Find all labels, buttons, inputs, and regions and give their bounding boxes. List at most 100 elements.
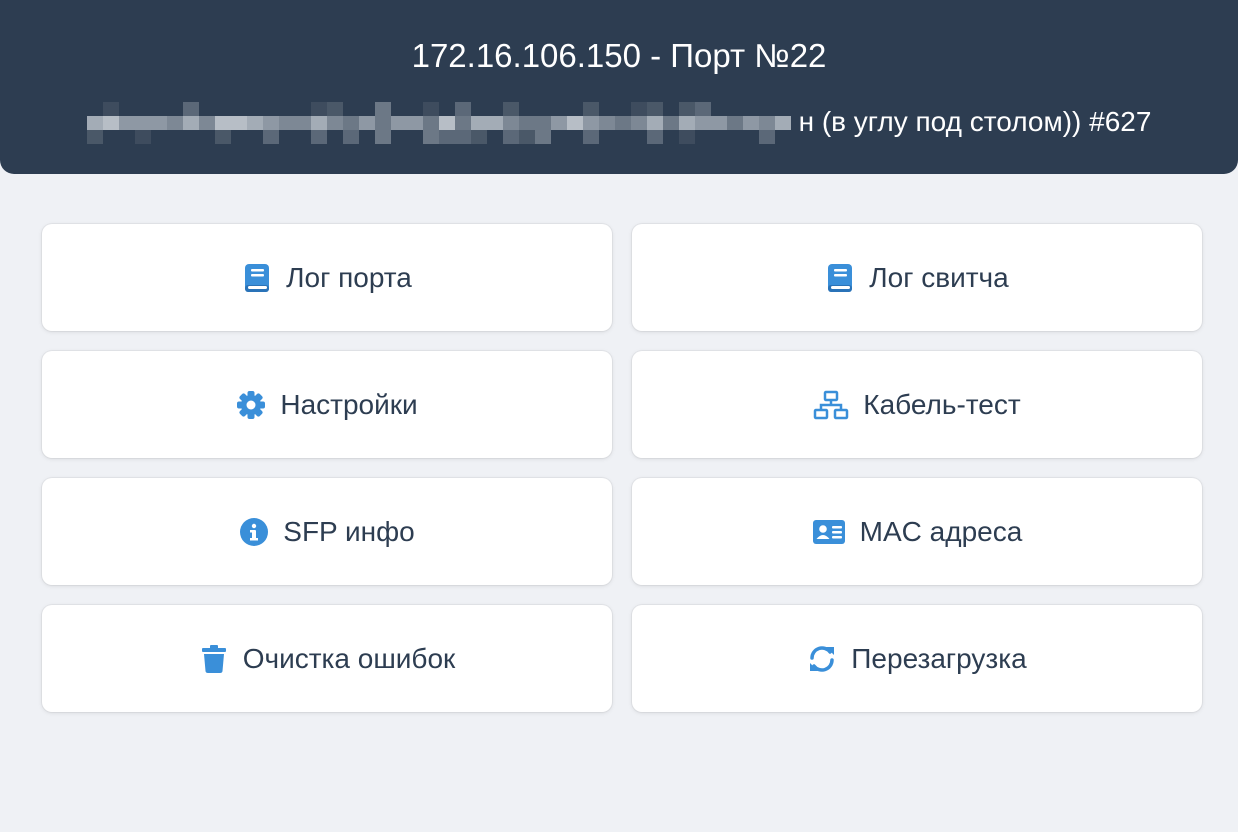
sfp-info-label: SFP инфо <box>283 515 415 547</box>
redacted-pixel <box>422 102 439 116</box>
redacted-pixel <box>214 116 231 130</box>
redacted-pixel <box>310 102 327 116</box>
reboot-label: Перезагрузка <box>851 642 1027 674</box>
redacted-pixel <box>630 102 647 116</box>
redacted-pixel <box>534 116 551 130</box>
redacted-pixel <box>630 116 647 130</box>
redacted-pixel <box>694 116 711 130</box>
redacted-text <box>86 100 793 144</box>
redacted-pixel <box>486 116 503 130</box>
redacted-pixel <box>662 116 679 130</box>
cable-test-button[interactable]: Кабель-тест <box>632 351 1202 458</box>
redacted-pixel <box>518 130 535 144</box>
redacted-pixel <box>534 130 551 144</box>
redacted-pixel <box>102 102 119 116</box>
redacted-pixel <box>582 102 599 116</box>
redacted-pixel <box>502 102 519 116</box>
redacted-pixel <box>150 116 167 130</box>
redacted-pixel <box>374 116 391 130</box>
port-description: н (в углу под столом)) #627 <box>0 100 1238 144</box>
redacted-pixel <box>502 130 519 144</box>
book-icon <box>825 263 855 293</box>
redacted-pixel <box>438 130 455 144</box>
redacted-pixel <box>758 130 775 144</box>
redacted-pixel <box>454 130 471 144</box>
redacted-pixel <box>422 130 439 144</box>
actions-grid: Лог порта Лог свитча Настройки Кабель-те… <box>42 224 1202 712</box>
redacted-pixel <box>646 130 663 144</box>
redacted-pixel <box>438 116 455 130</box>
redacted-pixel <box>294 116 311 130</box>
reboot-button[interactable]: Перезагрузка <box>632 605 1202 712</box>
redacted-pixel <box>326 102 343 116</box>
redacted-pixel <box>758 116 775 130</box>
port-description-text: н (в углу под столом)) #627 <box>798 106 1152 137</box>
page-header: 172.16.106.150 - Порт №22 н (в углу под … <box>0 0 1238 174</box>
network-icon <box>813 390 849 420</box>
redacted-pixel <box>710 116 727 130</box>
redacted-pixel <box>134 130 151 144</box>
switch-log-button[interactable]: Лог свитча <box>632 224 1202 331</box>
redacted-pixel <box>646 116 663 130</box>
sfp-info-button[interactable]: SFP инфо <box>42 478 612 585</box>
info-circle-icon <box>239 517 269 547</box>
redacted-pixel <box>390 116 407 130</box>
redacted-pixel <box>166 116 183 130</box>
redacted-pixel <box>342 130 359 144</box>
redacted-pixel <box>566 116 583 130</box>
redacted-pixel <box>134 116 151 130</box>
mac-addresses-button[interactable]: MAC адреса <box>632 478 1202 585</box>
mac-addresses-label: MAC адреса <box>859 515 1023 547</box>
redacted-pixel <box>470 116 487 130</box>
redacted-pixel <box>102 116 119 130</box>
redacted-pixel <box>406 116 423 130</box>
redacted-pixel <box>470 130 487 144</box>
redacted-pixel <box>678 130 695 144</box>
redacted-pixel <box>646 102 663 116</box>
redacted-pixel <box>678 102 695 116</box>
port-log-label: Лог порта <box>286 261 412 293</box>
address-card-icon <box>812 517 846 547</box>
redacted-pixel <box>278 116 295 130</box>
settings-button[interactable]: Настройки <box>42 351 612 458</box>
cable-test-label: Кабель-тест <box>863 388 1021 420</box>
redacted-pixel <box>86 116 103 130</box>
redacted-pixel <box>454 116 471 130</box>
redacted-pixel <box>342 116 359 130</box>
redacted-pixel <box>230 116 247 130</box>
port-log-button[interactable]: Лог порта <box>42 224 612 331</box>
redacted-pixel <box>326 116 343 130</box>
redacted-pixel <box>86 130 103 144</box>
book-icon <box>242 263 272 293</box>
redacted-pixel <box>214 130 231 144</box>
redacted-pixel <box>262 130 279 144</box>
redacted-pixel <box>518 116 535 130</box>
clear-errors-button[interactable]: Очистка ошибок <box>42 605 612 712</box>
redacted-pixel <box>454 102 471 116</box>
redacted-pixel <box>550 116 567 130</box>
redacted-pixel <box>262 116 279 130</box>
redacted-pixel <box>774 116 791 130</box>
redacted-pixel <box>182 102 199 116</box>
gear-icon <box>236 390 266 420</box>
clear-errors-label: Очистка ошибок <box>242 642 456 674</box>
refresh-icon <box>807 644 837 674</box>
redacted-pixel <box>582 116 599 130</box>
redacted-pixel <box>502 116 519 130</box>
settings-label: Настройки <box>280 388 418 420</box>
redacted-pixel <box>374 130 391 144</box>
redacted-pixel <box>694 102 711 116</box>
redacted-pixel <box>598 116 615 130</box>
redacted-pixel <box>310 130 327 144</box>
redacted-pixel <box>246 116 263 130</box>
redacted-pixel <box>582 130 599 144</box>
redacted-pixel <box>374 102 391 116</box>
redacted-pixel <box>614 116 631 130</box>
trash-icon <box>199 644 229 674</box>
redacted-pixel <box>118 116 135 130</box>
redacted-pixel <box>182 116 199 130</box>
redacted-pixel <box>742 116 759 130</box>
page-title: 172.16.106.150 - Порт №22 <box>411 37 827 74</box>
redacted-pixel <box>358 116 375 130</box>
switch-log-label: Лог свитча <box>869 261 1009 293</box>
